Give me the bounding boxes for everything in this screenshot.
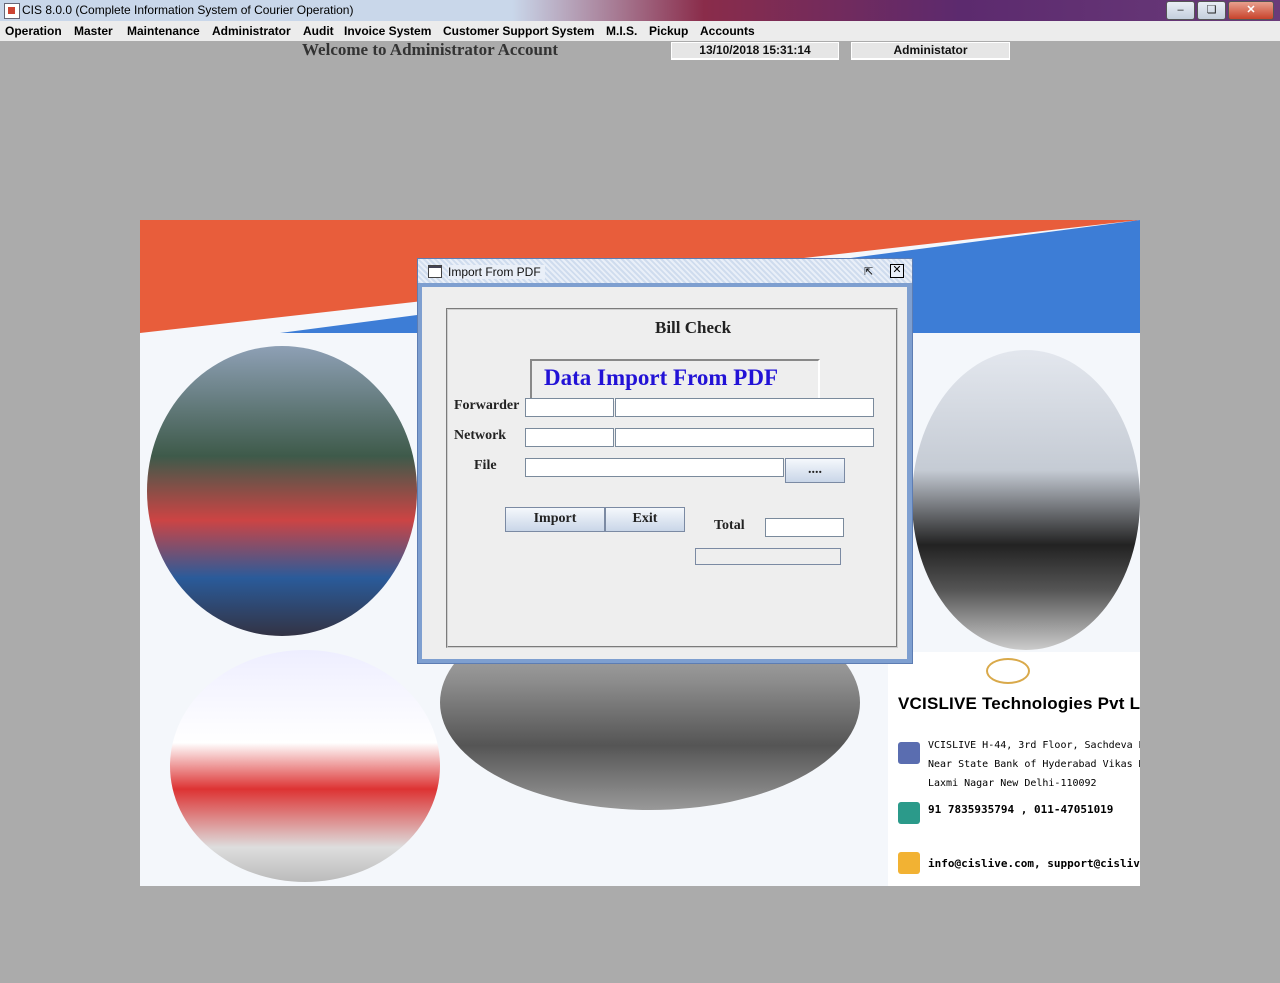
menu-accounts[interactable]: Accounts	[700, 24, 755, 38]
import-pdf-dialog: Import From PDF ⇱ ✕ Bill Check Data Impo…	[417, 258, 913, 664]
address-line-2: Near State Bank of Hyderabad Vikas Marg,	[928, 759, 1140, 770]
import-button[interactable]: Import	[505, 507, 605, 532]
network-label: Network	[454, 428, 507, 443]
forwarder-code-input[interactable]	[525, 398, 614, 417]
heading-box: Data Import From PDF	[530, 359, 820, 401]
menu-pickup[interactable]: Pickup	[649, 24, 688, 38]
forwarder-label: Forwarder	[454, 398, 520, 413]
dialog-body: Bill Check Data Import From PDF Forwarde…	[422, 287, 907, 659]
menu-bar: Operation Master Maintenance Administrat…	[0, 21, 1280, 41]
browse-button[interactable]: ....	[785, 458, 845, 483]
total-label: Total	[714, 518, 745, 533]
menu-administrator[interactable]: Administrator	[212, 24, 291, 38]
menu-master[interactable]: Master	[74, 24, 113, 38]
close-button[interactable]: ✕	[1228, 1, 1274, 20]
close-icon: ✕	[1246, 4, 1256, 16]
dialog-close-icon[interactable]: ✕	[890, 264, 904, 278]
bill-check-group: Bill Check Data Import From PDF Forwarde…	[446, 308, 898, 648]
file-label: File	[474, 458, 497, 473]
address-line-3: Laxmi Nagar New Delhi-110092	[928, 778, 1097, 789]
email-icon	[898, 852, 920, 874]
menu-audit[interactable]: Audit	[303, 24, 334, 38]
company-phone: 91 7835935794 , 011-47051019	[928, 803, 1114, 816]
menu-operation[interactable]: Operation	[5, 24, 62, 38]
dialog-titlebar[interactable]: Import From PDF ⇱ ✕	[418, 259, 912, 283]
menu-maintenance[interactable]: Maintenance	[127, 24, 200, 38]
restore-icon: ❏	[1206, 4, 1217, 16]
network-code-input[interactable]	[525, 428, 614, 447]
maximize-icon[interactable]: ⇱	[864, 265, 873, 278]
window-title: CIS 8.0.0 (Complete Information System o…	[22, 3, 354, 17]
globe-transport-image	[912, 350, 1140, 650]
app-icon	[4, 3, 20, 19]
file-path-input[interactable]	[525, 458, 784, 477]
company-email: info@cislive.com, support@cislive.com	[928, 857, 1140, 870]
company-name: VCISLIVE Technologies Pvt Ltd	[898, 694, 1140, 713]
welcome-heading: Welcome to Administrator Account	[302, 40, 559, 59]
menu-invoice-system[interactable]: Invoice System	[344, 24, 431, 38]
minimize-icon: –	[1177, 4, 1184, 16]
window-icon	[428, 265, 442, 278]
forwarder-name-input[interactable]	[615, 398, 874, 417]
datetime-display: 13/10/2018 15:31:14	[671, 42, 839, 60]
network-name-input[interactable]	[615, 428, 874, 447]
dialog-heading: Data Import From PDF	[544, 365, 778, 390]
exit-button[interactable]: Exit	[605, 507, 685, 532]
company-info: VCISLIVE Technologies Pvt Ltd VCISLIVE H…	[888, 652, 1140, 886]
minimize-button[interactable]: –	[1166, 1, 1195, 20]
dialog-title: Import From PDF	[448, 265, 545, 279]
company-address: VCISLIVE H-44, 3rd Floor, Sachdeva Niwas…	[928, 736, 1140, 793]
container-port-image	[147, 346, 417, 636]
group-title: Bill Check	[650, 318, 737, 338]
import-progress-bar	[695, 548, 841, 565]
menu-customer-support-system[interactable]: Customer Support System	[443, 24, 594, 38]
user-display: Administator	[851, 42, 1010, 60]
address-line-1: VCISLIVE H-44, 3rd Floor, Sachdeva Niwas	[928, 740, 1140, 751]
building-icon	[898, 742, 920, 764]
total-field	[765, 518, 844, 537]
phone-icon	[898, 802, 920, 824]
menu-mis[interactable]: M.I.S.	[606, 24, 637, 38]
restore-button[interactable]: ❏	[1197, 1, 1226, 20]
window-titlebar: CIS 8.0.0 (Complete Information System o…	[0, 0, 1280, 21]
company-logo	[986, 658, 1030, 684]
delivery-man-image	[170, 650, 440, 882]
